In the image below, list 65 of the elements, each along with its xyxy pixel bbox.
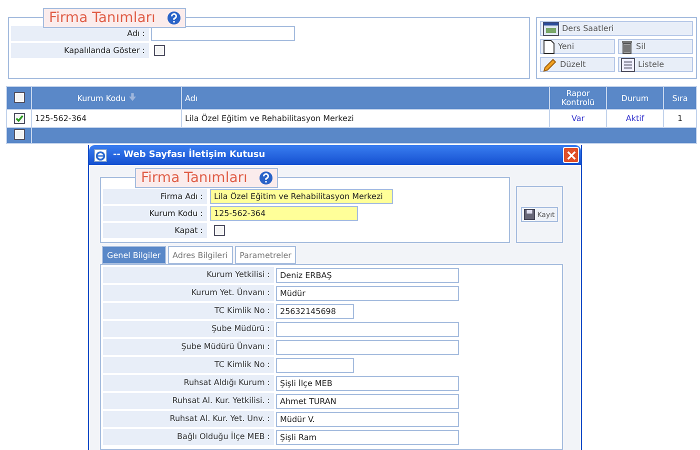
table-cell: 125-562-364 — [35, 114, 87, 123]
input-field[interactable]: Şişli Ram — [276, 430, 459, 444]
trash-icon — [621, 40, 633, 54]
field-label: TC Kimlik No : — [103, 303, 274, 319]
field-label: Adı : — [11, 26, 149, 41]
table-link[interactable]: Aktif — [626, 114, 644, 123]
table-cell: Lila Özel Eğitim ve Rehabilitasyon Merkezi — [185, 114, 354, 123]
tab[interactable]: Genel Bilgiler — [102, 246, 166, 264]
close-icon — [566, 150, 576, 160]
table-link[interactable]: Var — [571, 114, 585, 123]
field-label: Kapat : — [103, 223, 207, 238]
tab[interactable]: Adres Bilgileri — [168, 246, 233, 264]
input-field[interactable]: Deniz ERBAŞ — [276, 268, 459, 282]
checkbox[interactable] — [214, 225, 225, 236]
field-label: Ruhsat Al. Kur. Yetkilisi. : — [103, 393, 274, 409]
input-field[interactable]: 125-562-364 — [210, 206, 358, 221]
action-button[interactable]: Listele — [618, 57, 693, 72]
window-icon — [543, 22, 559, 36]
browser-icon — [94, 148, 107, 162]
column-header[interactable]: Rapor Kontrolü — [550, 86, 606, 110]
section-title: Firma Tanımları — [43, 8, 186, 28]
column-header[interactable]: Sıra — [664, 86, 696, 110]
action-button[interactable]: Ders Saatleri — [540, 21, 693, 36]
field-label: Kurum Kodu : — [103, 206, 207, 221]
field-label: Kurum Yet. Ünvanı : — [103, 285, 274, 301]
column-header[interactable]: Durum — [606, 86, 664, 110]
field-label: Firma Adı : — [103, 189, 207, 204]
checkbox[interactable] — [14, 129, 24, 140]
row-checkbox[interactable] — [14, 112, 24, 124]
input-field[interactable]: Şişli İlçe MEB — [276, 376, 459, 390]
list-icon — [621, 58, 635, 72]
floppy-icon — [524, 209, 536, 220]
document-icon — [543, 40, 555, 54]
close-button[interactable] — [563, 147, 579, 163]
input-field[interactable]: Ahmet TURAN — [276, 394, 459, 408]
table-cell: 1 — [677, 114, 683, 123]
field-label: TC Kimlik No : — [103, 357, 274, 373]
help-icon[interactable] — [259, 171, 274, 185]
field-label: Ruhsat Al. Kur. Yet. Unv. : — [103, 411, 274, 427]
select-all-checkbox[interactable] — [14, 92, 24, 102]
name-field[interactable] — [151, 26, 295, 41]
pencil-icon — [543, 58, 557, 72]
field-label: Bağlı Olduğu İlçe MEB : — [103, 429, 274, 445]
column-header[interactable]: Adı — [182, 86, 550, 110]
field-label: Kurum Yetkilisi : — [103, 267, 274, 283]
tab[interactable]: Parametreler — [234, 246, 296, 264]
action-button[interactable]: Düzelt — [540, 57, 615, 72]
checkbox[interactable] — [154, 45, 165, 56]
field-label: Kapalılanda Göster : — [11, 43, 149, 58]
column-header[interactable]: Kurum Kodu — [32, 86, 182, 110]
input-field[interactable]: Müdür — [276, 286, 459, 300]
input-field[interactable]: 25632145698 — [276, 304, 354, 318]
action-button[interactable]: Sil — [618, 39, 693, 54]
help-icon[interactable] — [167, 11, 182, 25]
field-label: Ruhsat Aldığı Kurum : — [103, 375, 274, 391]
input-field[interactable] — [276, 340, 459, 354]
input-field[interactable] — [276, 358, 354, 372]
window-title: -- Web Sayfası İletişim Kutusu — [113, 150, 266, 160]
field-label: Şube Müdürü : — [103, 321, 274, 337]
action-button[interactable]: Yeni — [540, 39, 615, 54]
input-field[interactable] — [276, 322, 459, 336]
field-label: Şube Müdürü Ünvanı : — [103, 339, 274, 355]
input-field[interactable]: Lila Özel Eğitim ve Rehabilitasyon Merkezi — [210, 189, 393, 204]
input-field[interactable]: Müdür V. — [276, 412, 459, 426]
section-title: Firma Tanımları — [135, 168, 278, 188]
